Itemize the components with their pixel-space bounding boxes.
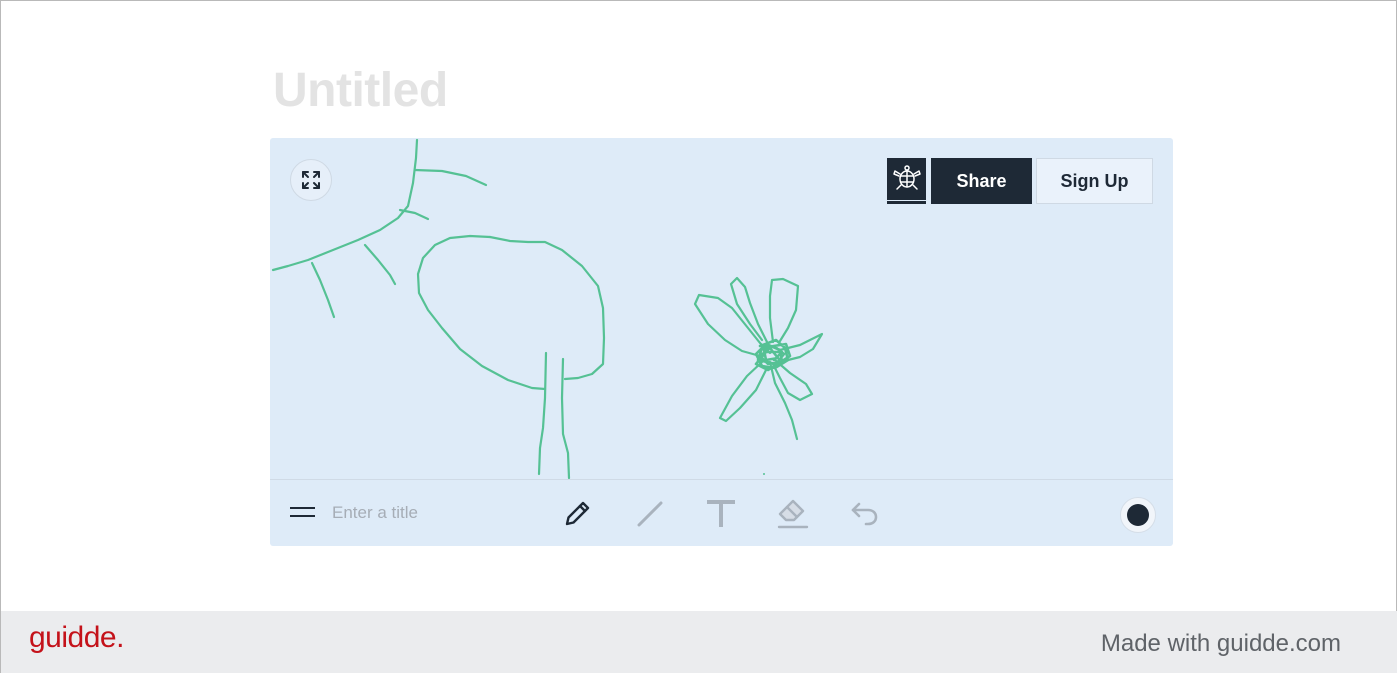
text-tool-button[interactable] [703,495,739,531]
color-picker-button[interactable] [1120,497,1156,533]
line-tool-button[interactable] [632,495,668,531]
line-icon [637,501,663,527]
menu-icon [290,507,315,509]
stroke-dot [763,473,765,475]
sign-up-button[interactable]: Sign Up [1036,158,1153,204]
stroke-canopy [488,235,606,381]
current-color-swatch [1127,504,1149,526]
eraser-icon [777,499,809,529]
expand-icon [302,171,320,189]
undo-button[interactable] [847,495,883,531]
eraser-tool-button[interactable] [775,495,811,531]
stroke-flower-center [754,338,792,372]
undo-icon [851,502,878,526]
stroke-trunk [537,351,548,476]
drawing-toolbar [270,479,1173,546]
stroke-canopy [416,234,547,391]
stroke-trunk [560,357,571,479]
app-logo-button[interactable] [887,158,926,204]
turtle-icon [892,164,921,190]
fullscreen-button[interactable] [290,159,332,201]
stroke-branch [363,243,397,286]
guidde-logo: guidde. [29,621,124,654]
drawing-board[interactable]: Share Sign Up [270,138,1173,546]
title-input[interactable] [330,498,534,528]
menu-button[interactable] [288,500,318,524]
text-icon [707,500,735,527]
stroke-petal [718,360,768,423]
footer: guidde. Made with guidde.com [1,611,1397,673]
share-button[interactable]: Share [931,158,1032,204]
stroke-branch [271,138,419,272]
pencil-tool-button[interactable] [560,495,596,531]
stroke-branch [413,168,488,187]
page-title[interactable]: Untitled [273,63,448,118]
stroke-petal [768,277,800,344]
stroke-petal [768,360,799,441]
page: Untitled Share Sign Up Enter a title gui… [0,0,1397,673]
stroke-branch [310,261,336,319]
stroke-branch [398,208,430,221]
pencil-icon [565,501,590,526]
made-with-text: Made with guidde.com [1100,630,1341,657]
